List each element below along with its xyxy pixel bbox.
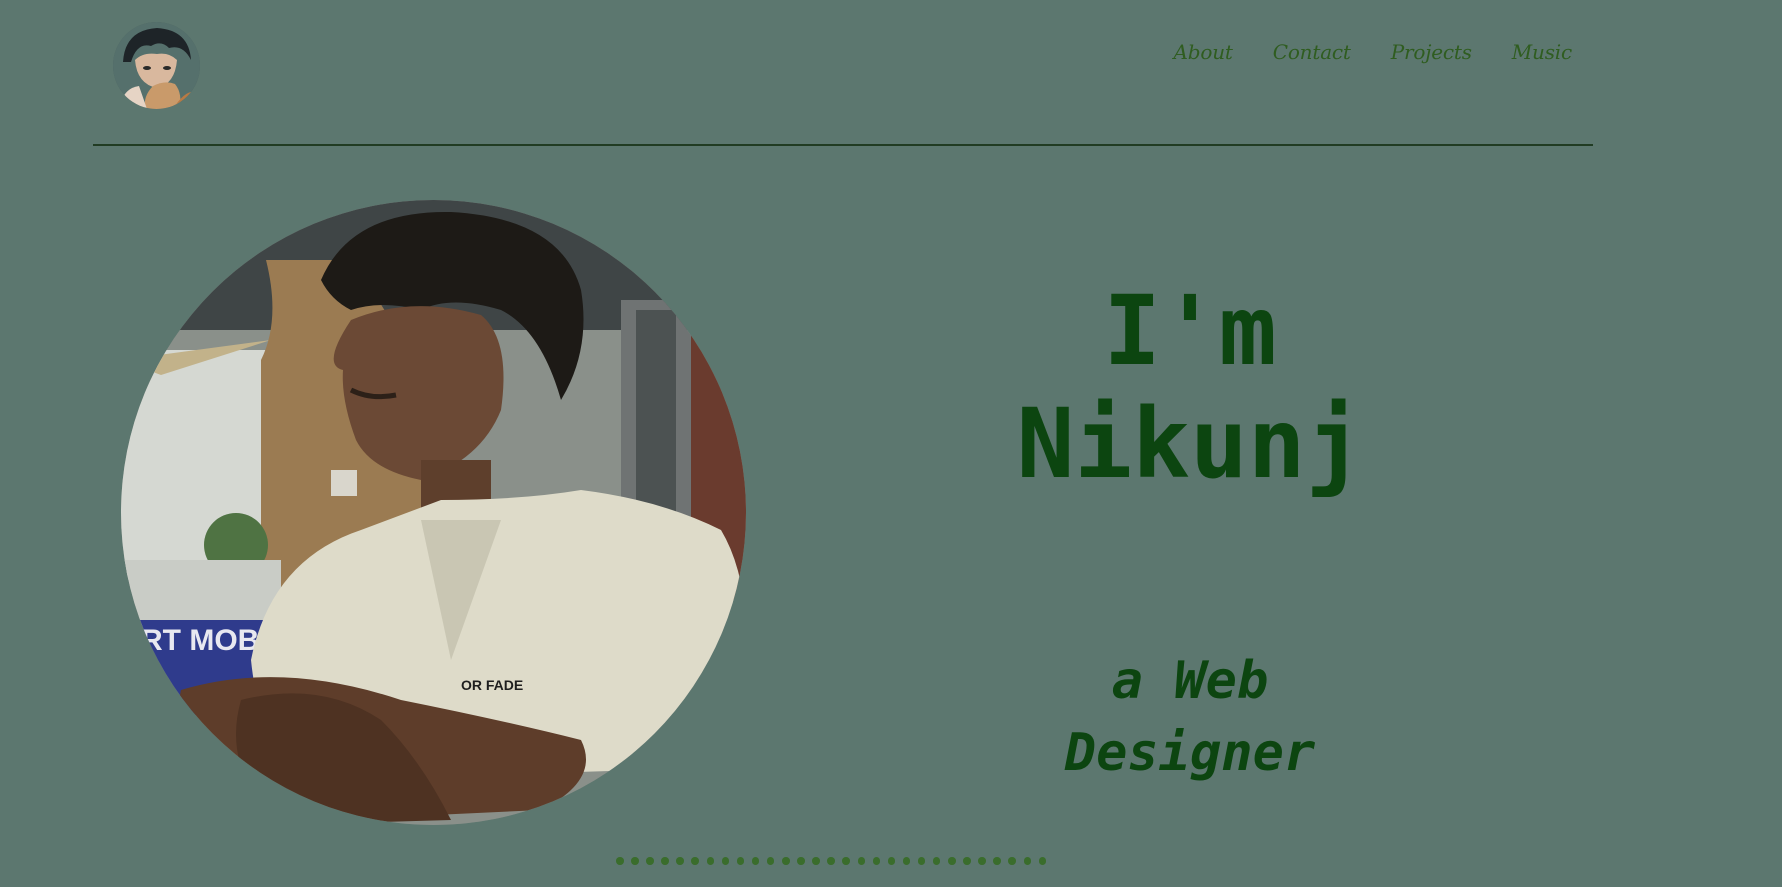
carousel-dot[interactable] xyxy=(902,857,911,865)
carousel-dot[interactable] xyxy=(751,857,760,865)
carousel-dot[interactable] xyxy=(661,857,669,865)
nav-music-link[interactable]: Music xyxy=(1512,40,1572,64)
profile-photo-illustration: RT MOBI OR FADE xyxy=(121,200,746,825)
carousel-dot[interactable] xyxy=(993,857,1001,865)
hero-tagline-line-2: Designer xyxy=(1064,722,1316,783)
site-header: About Contact Projects Music xyxy=(0,0,1782,146)
nav-contact-link[interactable]: Contact xyxy=(1273,40,1351,64)
carousel-dot[interactable] xyxy=(872,857,881,865)
carousel-dot[interactable] xyxy=(1008,857,1016,865)
nav-about-link[interactable]: About xyxy=(1174,40,1233,64)
carousel-dot[interactable] xyxy=(932,857,941,865)
hero-name: Nikunj xyxy=(1016,388,1364,501)
carousel-dot[interactable] xyxy=(706,857,715,865)
hero-heading: I'm Nikunj xyxy=(960,275,1420,502)
shop-sign-text: RT MOBI xyxy=(141,624,268,657)
carousel-dot[interactable] xyxy=(721,857,730,865)
carousel-dot[interactable] xyxy=(857,857,865,865)
carousel-dot[interactable] xyxy=(917,857,926,865)
profile-photo: RT MOBI OR FADE xyxy=(121,200,746,825)
carousel-dot[interactable] xyxy=(978,857,986,865)
carousel-dots xyxy=(616,857,1047,865)
carousel-dot[interactable] xyxy=(1023,857,1032,865)
hero-greeting: I'm xyxy=(1103,275,1277,387)
avatar-illustration xyxy=(113,22,200,109)
carousel-dot[interactable] xyxy=(676,857,684,865)
hero-tagline: a Web Designer xyxy=(990,646,1390,790)
carousel-dot[interactable] xyxy=(766,857,775,865)
carousel-dot[interactable] xyxy=(631,857,639,865)
main-nav: About Contact Projects Music xyxy=(1174,40,1573,64)
carousel-dot[interactable] xyxy=(887,857,896,865)
carousel-dot[interactable] xyxy=(736,857,745,865)
carousel-dot[interactable] xyxy=(691,857,699,865)
carousel-dot[interactable] xyxy=(646,857,654,865)
carousel-dot[interactable] xyxy=(963,857,971,865)
hero-tagline-line-1: a Web xyxy=(1111,651,1269,711)
avatar[interactable] xyxy=(113,22,200,109)
nav-projects-link[interactable]: Projects xyxy=(1391,40,1472,64)
carousel-dot[interactable] xyxy=(812,857,820,865)
shirt-print-text: OR FADE xyxy=(461,677,523,693)
carousel-dot[interactable] xyxy=(842,857,850,865)
carousel-dot[interactable] xyxy=(782,857,790,865)
header-divider xyxy=(93,144,1593,146)
carousel-dot[interactable] xyxy=(797,857,805,865)
carousel-dot[interactable] xyxy=(827,857,835,865)
carousel-dot[interactable] xyxy=(948,857,956,865)
carousel-dot[interactable] xyxy=(616,857,624,865)
carousel-dot[interactable] xyxy=(1038,857,1047,865)
